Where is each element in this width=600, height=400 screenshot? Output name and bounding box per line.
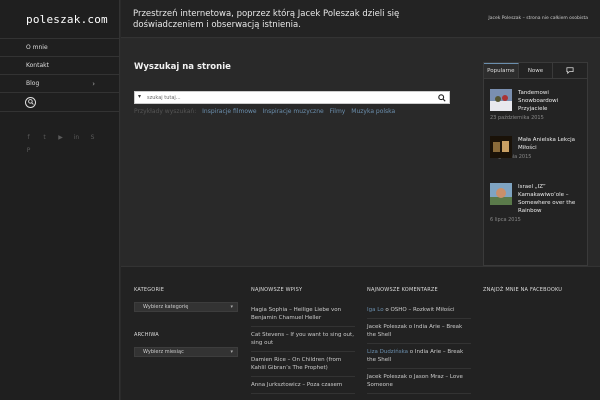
widget-post[interactable]: Tandemowi Snowboardowi Przyjaciele 23 pa… [484,79,587,126]
example-link[interactable]: Filmy [330,108,346,115]
tab-popularne[interactable]: Popularne [484,63,519,78]
nav-label: Kontakt [26,62,49,69]
search-icon[interactable] [438,94,446,102]
footer: KATEGORIE Wybierz kategorię ▾ ARCHIWA Wyb… [121,266,600,400]
site-logo[interactable]: poleszak.com [0,0,119,38]
sidebar: poleszak.com O mnie Kontakt Blog › f t ▶ … [0,0,120,400]
search-examples: Przykłady wyszukań: Inspiracje filmowe I… [134,108,395,115]
site-tagline: Przestrzeń internetowa, poprzez którą Ja… [133,9,400,30]
nav-label: O mnie [26,44,48,51]
pinterest-icon[interactable]: P [25,147,32,154]
nav-label: Blog [26,80,40,87]
facebook-icon[interactable]: f [25,134,32,141]
recent-post-link[interactable]: Anna Jurksztowicz – Poza czasem [251,377,355,394]
nav-item-kontakt[interactable]: Kontakt [0,56,119,74]
recent-comment: Iga Lo o OSHO – Rozkwit Miłości [367,302,471,319]
example-link[interactable]: Muzyka polska [351,108,395,115]
recent-posts-heading: NAJNOWSZE WPISY [251,287,303,293]
widget-post[interactable]: Mała Anielska Lekcja Miłości 25 grudnia … [484,126,587,173]
search-icon[interactable] [25,96,36,108]
posts-widget: Popularne Nowe Tandemowi Snowboardowi Pr… [483,62,588,266]
nav-item-o-mnie[interactable]: O mnie [0,38,119,56]
post-date: 6 lipca 2015 [490,217,521,223]
category-select[interactable]: Wybierz kategorię ▾ [134,302,238,312]
search-input[interactable] [147,93,427,103]
post-thumbnail[interactable] [490,136,512,158]
twitter-icon[interactable]: t [41,134,48,141]
comments-icon [566,67,574,74]
nav-item-blog[interactable]: Blog › [0,74,119,92]
chevron-down-icon: ▾ [230,349,233,355]
footer-col-recent-posts: NAJNOWSZE WPISY Hagia Sophia – Heilige L… [251,287,355,394]
post-thumbnail[interactable] [490,183,512,205]
main-content: Wyszukaj na stronie ▾ Przykłady wyszukań… [121,39,600,266]
comment-author[interactable]: Iga Lo [367,307,384,313]
examples-label: Przykłady wyszukań: [134,108,197,115]
select-value: Wybierz kategorię [143,304,189,310]
comment-sep: o [407,374,414,380]
comment-author: Jacek Poleszak [367,324,408,330]
chevron-down-icon: ▾ [230,304,233,310]
recent-comment: Liza Dudzińska o India Arie – Break the … [367,344,471,369]
logo-text: poleszak.com [26,12,108,26]
comment-author: Jacek Poleszak [367,374,408,380]
recent-comment: Jacek Poleszak o Jason Mraz – Love Someo… [367,369,471,394]
comment-post-link[interactable]: OSHO – Rozkwit Miłości [390,307,454,313]
post-title[interactable]: Tandemowi Snowboardowi Przyjaciele [518,89,581,113]
post-thumbnail[interactable] [490,89,512,111]
footer-col-facebook: ZNAJDŹ MNIE NA FACEBOOKU [483,287,587,302]
example-link[interactable]: Inspiracje muzyczne [263,108,324,115]
tab-nowe[interactable]: Nowe [519,63,554,78]
tab-comments[interactable] [553,63,587,78]
post-title[interactable]: Mała Anielska Lekcja Miłości [518,136,581,152]
comment-sep: o [408,349,415,355]
comment-author[interactable]: Liza Dudzińska [367,349,408,355]
widget-post[interactable]: Israel „IZ” Kamakawiwo’ole – Somewhere o… [484,173,587,223]
widget-tabs: Popularne Nowe [484,63,587,79]
recent-post-link[interactable]: Hagia Sophia – Heilige Liebe von Benjami… [251,302,355,327]
search-bar: ▾ [134,91,450,104]
recent-comments-heading: NAJNOWSZE KOMENTARZE [367,287,438,293]
page-title: Wyszukaj na stronie [134,62,231,72]
archive-heading: ARCHIWA [134,332,159,338]
header: Przestrzeń internetowa, poprzez którą Ja… [121,0,600,38]
recent-post-link[interactable]: Cat Stevens – If you want to sing out, s… [251,327,355,352]
linkedin-icon[interactable]: in [73,134,80,141]
chevron-down-icon[interactable]: ▾ [138,93,141,100]
post-title[interactable]: Israel „IZ” Kamakawiwo’ole – Somewhere o… [518,183,581,215]
header-subtitle: Jacek Poleszak – strona nie całkiem osob… [488,16,588,21]
post-date: 23 października 2015 [490,115,544,121]
select-value: Wybierz miesiąc [143,349,184,355]
footer-col-recent-comments: NAJNOWSZE KOMENTARZE Iga Lo o OSHO – Roz… [367,287,471,394]
social-links: f t ▶ in S P [0,112,100,154]
month-select[interactable]: Wybierz miesiąc ▾ [134,347,238,357]
recent-comment: Jacek Poleszak o India Arie – Break the … [367,319,471,344]
comment-sep: o [407,324,414,330]
footer-col-categories: KATEGORIE Wybierz kategorię ▾ ARCHIWA Wyb… [134,287,238,377]
skype-icon[interactable]: S [89,134,96,141]
chevron-right-icon: › [92,79,95,88]
example-link[interactable]: Inspiracje filmowe [202,108,256,115]
sidebar-search[interactable] [0,92,119,112]
facebook-heading: ZNAJDŹ MNIE NA FACEBOOKU [483,287,563,293]
youtube-icon[interactable]: ▶ [57,134,64,141]
categories-heading: KATEGORIE [134,287,165,293]
recent-post-link[interactable]: Damien Rice – On Children (from Kahlil G… [251,352,355,377]
